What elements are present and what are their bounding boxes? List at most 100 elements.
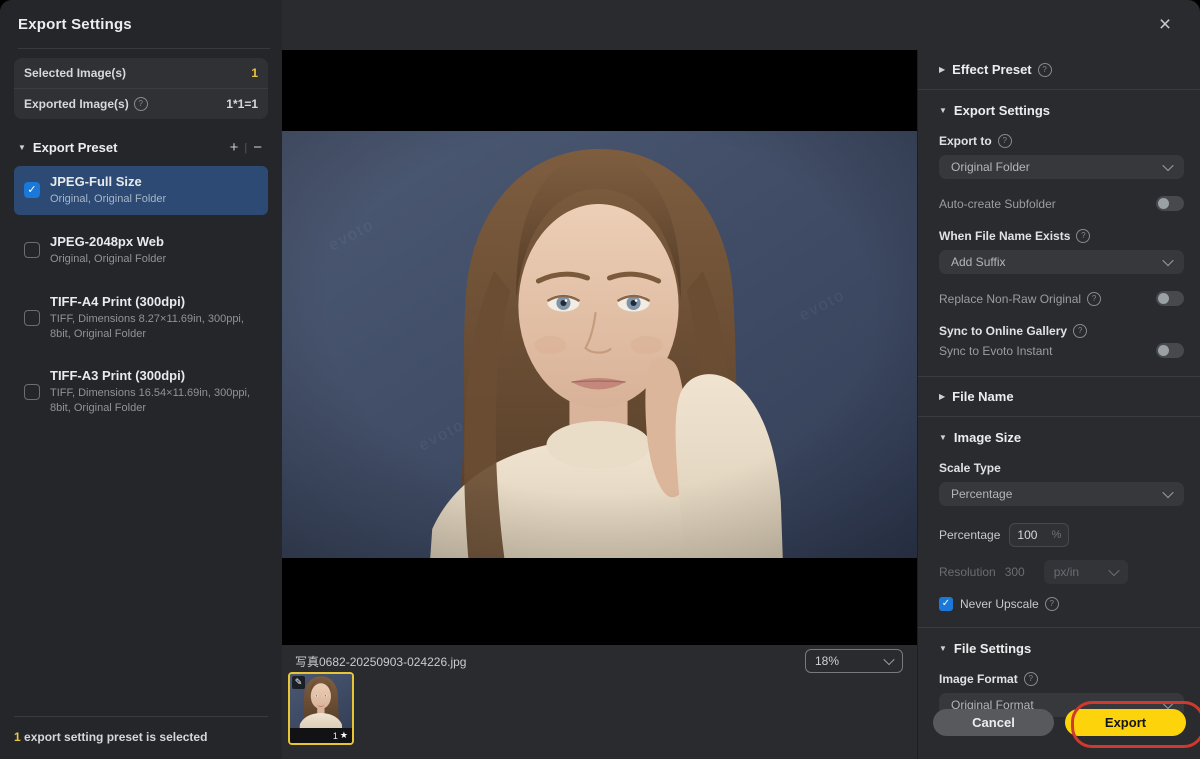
- help-icon[interactable]: ?: [1024, 672, 1038, 686]
- auto-subfolder-label: Auto-create Subfolder: [939, 197, 1156, 211]
- export-settings-dialog: Selected Image(s) 1 Exported Image(s) ? …: [0, 0, 1200, 759]
- help-icon[interactable]: ?: [1045, 597, 1059, 611]
- triangle-right-icon: ▶: [939, 392, 945, 401]
- resolution-unit-value: px/in: [1054, 565, 1079, 579]
- remove-preset-button[interactable]: −: [247, 139, 268, 156]
- preset-item-jpeg-2048px[interactable]: JPEG-2048px Web Original, Original Folde…: [14, 226, 268, 275]
- export-to-select[interactable]: Original Folder: [939, 155, 1184, 179]
- export-options-panel: ▶ Effect Preset ? ▼ Export Settings Expo…: [917, 50, 1200, 759]
- percentage-input[interactable]: [1017, 528, 1045, 542]
- selected-preset-text: export setting preset is selected: [24, 730, 207, 744]
- auto-subfolder-toggle[interactable]: [1156, 196, 1184, 211]
- cancel-button[interactable]: Cancel: [933, 709, 1054, 736]
- exported-images-value: 1*1=1: [226, 97, 258, 111]
- star-icon: ★: [340, 730, 348, 741]
- file-name-label: File Name: [952, 389, 1013, 404]
- image-size-header[interactable]: ▼ Image Size: [939, 430, 1184, 445]
- preset-item-jpeg-full-size[interactable]: ✓ JPEG-Full Size Original, Original Fold…: [14, 166, 268, 215]
- help-icon[interactable]: ?: [1076, 229, 1090, 243]
- section-file-name[interactable]: ▶ File Name: [918, 377, 1200, 417]
- rating-count: 1: [333, 731, 338, 741]
- selected-images-row: Selected Image(s) 1: [14, 58, 268, 88]
- image-format-label: Image Format: [939, 672, 1018, 686]
- image-size-label: Image Size: [954, 430, 1021, 445]
- preset-checkbox[interactable]: [24, 310, 40, 326]
- dialog-title: Export Settings: [18, 16, 132, 33]
- preview-canvas: evoto evoto evoto evoto evoto: [282, 50, 917, 645]
- zoom-level-select[interactable]: 18%: [805, 649, 903, 673]
- section-export-settings: ▼ Export Settings Export to ? Original F…: [918, 90, 1200, 377]
- sync-instant-row: Sync to Evoto Instant: [939, 343, 1184, 358]
- sync-instant-label: Sync to Evoto Instant: [939, 344, 1156, 358]
- chevron-down-icon: [1162, 160, 1173, 171]
- preset-item-tiff-a4[interactable]: TIFF-A4 Print (300dpi) TIFF, Dimensions …: [14, 286, 268, 350]
- add-preset-button[interactable]: +: [224, 139, 245, 156]
- section-image-size: ▼ Image Size Scale Type Percentage Perce…: [918, 417, 1200, 628]
- selected-preset-count: 1: [14, 730, 21, 744]
- help-icon[interactable]: ?: [1038, 63, 1052, 77]
- never-upscale-label: Never Upscale: [960, 597, 1039, 611]
- when-exists-select[interactable]: Add Suffix: [939, 250, 1184, 274]
- resolution-unit-select[interactable]: px/in: [1044, 560, 1128, 584]
- file-settings-header[interactable]: ▼ File Settings: [939, 641, 1184, 656]
- percentage-row: Percentage %: [939, 523, 1184, 547]
- help-icon[interactable]: ?: [134, 97, 148, 111]
- scale-type-value: Percentage: [951, 487, 1012, 501]
- preset-item-tiff-a3[interactable]: TIFF-A3 Print (300dpi) TIFF, Dimensions …: [14, 360, 268, 424]
- chevron-down-icon: [1108, 565, 1119, 576]
- dialog-buttons: Cancel Export: [918, 701, 1200, 745]
- preset-desc: Original, Original Folder: [50, 192, 166, 207]
- dialog-title-bar: Export Settings ×: [0, 0, 1200, 50]
- help-icon[interactable]: ?: [1087, 292, 1101, 306]
- triangle-right-icon: ▶: [939, 65, 945, 74]
- preview-filename: 写真0682-20250903-024226.jpg: [295, 653, 466, 670]
- sync-gallery-label: Sync to Online Gallery: [939, 324, 1067, 338]
- export-to-value: Original Folder: [951, 160, 1030, 174]
- export-button[interactable]: Export: [1065, 709, 1186, 736]
- preview-info-row: 写真0682-20250903-024226.jpg 18%: [282, 645, 917, 675]
- scale-type-select[interactable]: Percentage: [939, 482, 1184, 506]
- thumbnail-item[interactable]: ✎ 1 ★: [288, 672, 354, 745]
- preview-photo: evoto evoto evoto evoto evoto: [282, 131, 917, 558]
- percentage-unit: %: [1052, 529, 1062, 541]
- preset-title: JPEG-2048px Web: [50, 234, 166, 249]
- zoom-level-value: 18%: [815, 654, 839, 668]
- triangle-down-icon: ▼: [939, 644, 947, 653]
- export-settings-header[interactable]: ▼ Export Settings: [939, 103, 1184, 118]
- preset-desc: TIFF, Dimensions 16.54×11.69in, 300ppi, …: [50, 386, 260, 416]
- resolution-label: Resolution: [939, 565, 996, 579]
- preset-desc: Original, Original Folder: [50, 252, 166, 267]
- never-upscale-checkbox[interactable]: ✓: [939, 597, 953, 611]
- section-effect-preset[interactable]: ▶ Effect Preset ?: [918, 50, 1200, 90]
- close-icon[interactable]: ×: [1152, 12, 1178, 38]
- file-settings-label: File Settings: [954, 641, 1031, 656]
- auto-subfolder-row: Auto-create Subfolder: [939, 196, 1184, 211]
- preset-checkbox-checked[interactable]: ✓: [24, 182, 40, 198]
- export-preset-header[interactable]: ▼ Export Preset + | −: [18, 139, 268, 156]
- when-exists-value: Add Suffix: [951, 255, 1005, 269]
- preset-desc: TIFF, Dimensions 8.27×11.69in, 300ppi, 8…: [50, 312, 260, 342]
- preset-title: TIFF-A4 Print (300dpi): [50, 294, 260, 309]
- help-icon[interactable]: ?: [1073, 324, 1087, 338]
- scale-type-label: Scale Type: [939, 461, 1001, 475]
- triangle-down-icon: ▼: [939, 106, 947, 115]
- export-to-label: Export to: [939, 134, 992, 148]
- preset-footer: 1 export setting preset is selected: [14, 716, 268, 759]
- exported-images-label: Exported Image(s): [24, 97, 129, 111]
- sync-instant-toggle[interactable]: [1156, 343, 1184, 358]
- percentage-label: Percentage: [939, 528, 1000, 542]
- selected-images-label: Selected Image(s): [24, 66, 126, 80]
- effect-preset-label: Effect Preset: [952, 62, 1031, 77]
- replace-nonraw-toggle[interactable]: [1156, 291, 1184, 306]
- pencil-icon[interactable]: ✎: [292, 676, 305, 689]
- resolution-row: Resolution 300 px/in: [939, 560, 1184, 584]
- preset-checkbox[interactable]: [24, 384, 40, 400]
- export-summary-card: Selected Image(s) 1 Exported Image(s) ? …: [14, 58, 268, 119]
- replace-nonraw-row: Replace Non-Raw Original ?: [939, 291, 1184, 306]
- preset-list: ✓ JPEG-Full Size Original, Original Fold…: [14, 166, 268, 424]
- preset-checkbox[interactable]: [24, 242, 40, 258]
- preset-panel: Selected Image(s) 1 Exported Image(s) ? …: [0, 0, 282, 759]
- chevron-down-icon: [1162, 255, 1173, 266]
- help-icon[interactable]: ?: [998, 134, 1012, 148]
- never-upscale-row: ✓ Never Upscale ?: [939, 597, 1184, 611]
